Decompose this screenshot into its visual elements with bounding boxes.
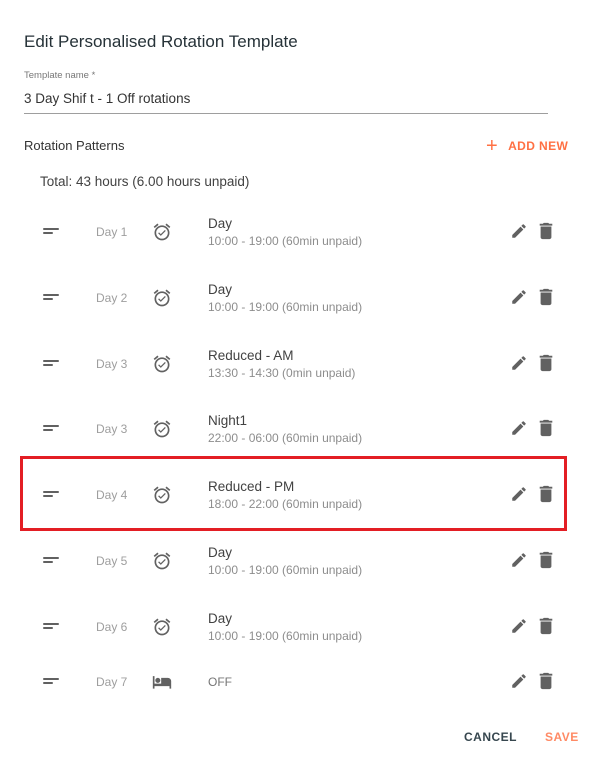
delete-icon[interactable] — [538, 551, 554, 569]
day-label: Day 2 — [96, 291, 128, 305]
add-new-label: ADD NEW — [508, 139, 569, 153]
dialog-title: Edit Personalised Rotation Template — [24, 32, 298, 51]
edit-icon[interactable] — [510, 672, 528, 690]
bed-icon — [152, 672, 172, 692]
delete-icon[interactable] — [538, 672, 554, 690]
shift-title: Night1 — [208, 413, 248, 428]
day-label: Day 3 — [96, 422, 128, 436]
day-label: Day 1 — [96, 225, 128, 239]
delete-icon[interactable] — [538, 288, 554, 306]
shift-title: Day — [208, 611, 233, 626]
rotation-patterns-title: Rotation Patterns — [24, 138, 125, 153]
shift-time: 10:00 - 19:00 (60min unpaid) — [208, 300, 363, 314]
rotation-row: Day 5 Day 10:00 - 19:00 (60min unpaid) — [24, 545, 566, 613]
day-label: Day 5 — [96, 554, 128, 568]
drag-handle-icon[interactable] — [43, 678, 59, 686]
shift-time: 22:00 - 06:00 (60min unpaid) — [208, 431, 363, 445]
rotation-row: Day 1 Day 10:00 - 19:00 (60min unpaid) — [24, 216, 566, 284]
delete-icon[interactable] — [538, 419, 554, 437]
delete-icon[interactable] — [538, 617, 554, 635]
edit-icon[interactable] — [510, 419, 528, 437]
plus-icon: + — [486, 135, 499, 157]
rotation-row: Day 2 Day 10:00 - 19:00 (60min unpaid) — [24, 282, 566, 350]
save-button[interactable]: SAVE — [545, 730, 579, 744]
drag-handle-icon[interactable] — [43, 228, 59, 236]
edit-icon[interactable] — [510, 617, 528, 635]
alarm-icon — [152, 419, 172, 439]
drag-handle-icon[interactable] — [43, 557, 59, 565]
edit-icon[interactable] — [510, 354, 528, 372]
shift-time: 10:00 - 19:00 (60min unpaid) — [208, 563, 363, 577]
shift-time: 10:00 - 19:00 (60min unpaid) — [208, 629, 363, 643]
delete-icon[interactable] — [538, 222, 554, 240]
alarm-icon — [152, 617, 172, 637]
shift-title: OFF — [208, 675, 232, 689]
shift-time: 10:00 - 19:00 (60min unpaid) — [208, 234, 363, 248]
highlight-box — [20, 456, 567, 531]
drag-handle-icon[interactable] — [43, 360, 59, 368]
shift-title: Day — [208, 216, 233, 231]
alarm-icon — [152, 222, 172, 242]
edit-icon[interactable] — [510, 551, 528, 569]
alarm-icon — [152, 288, 172, 308]
input-underline — [24, 113, 548, 114]
delete-icon[interactable] — [538, 354, 554, 372]
day-label: Day 7 — [96, 675, 128, 689]
drag-handle-icon[interactable] — [43, 425, 59, 433]
shift-time: 13:30 - 14:30 (0min unpaid) — [208, 366, 356, 380]
drag-handle-icon[interactable] — [43, 294, 59, 302]
rotation-row: Day 7 OFF — [24, 670, 566, 736]
rotation-row: Day 3 Reduced - AM 13:30 - 14:30 (0min unp… — [24, 348, 566, 416]
template-name-input[interactable]: 3 Day Shif t - 1 Off rotations — [24, 91, 190, 106]
cancel-button[interactable]: CANCEL — [464, 730, 517, 744]
shift-title: Reduced - AM — [208, 348, 294, 363]
shift-title: Day — [208, 282, 233, 297]
template-name-label: Template name * — [24, 70, 96, 81]
shift-title: Day — [208, 545, 233, 560]
day-label: Day 6 — [96, 620, 128, 634]
drag-handle-icon[interactable] — [43, 623, 59, 631]
day-label: Day 3 — [96, 357, 128, 371]
add-new-button[interactable]: + ADD NEW — [486, 136, 568, 156]
edit-icon[interactable] — [510, 222, 528, 240]
edit-icon[interactable] — [510, 288, 528, 306]
total-hours: Total: 43 hours (6.00 hours unpaid) — [40, 174, 250, 189]
alarm-icon — [152, 354, 172, 374]
alarm-icon — [152, 551, 172, 571]
